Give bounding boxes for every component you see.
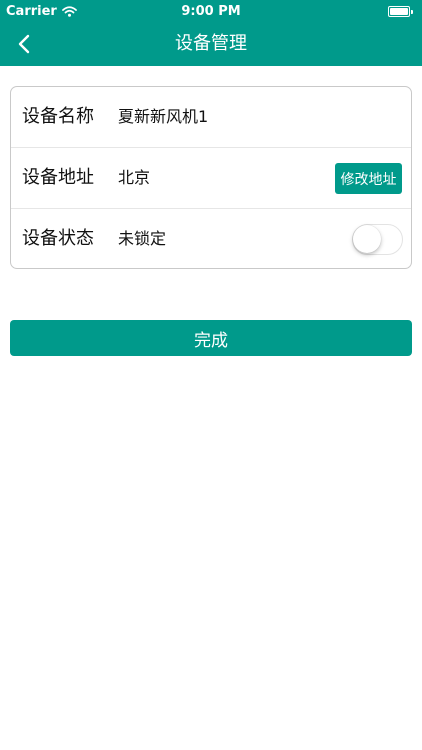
lock-toggle[interactable]	[352, 224, 403, 255]
toggle-knob	[353, 225, 381, 253]
device-status-value: 未锁定	[118, 229, 167, 248]
status-bar: Carrier 9:00 PM	[0, 0, 422, 24]
device-info-card: 设备名称 夏新新风机1 设备地址 北京 修改地址 设备状态 未锁定	[10, 86, 412, 269]
status-time: 9:00 PM	[181, 4, 241, 19]
device-name-label: 设备名称	[22, 106, 94, 127]
done-button[interactable]: 完成	[10, 320, 412, 356]
chevron-left-icon	[18, 34, 30, 54]
navigation-bar: 设备管理	[0, 24, 422, 66]
top-bar: Carrier 9:00 PM 设备管理	[0, 0, 422, 66]
device-address-value: 北京	[118, 168, 151, 187]
device-status-row: 设备状态 未锁定	[11, 209, 411, 270]
device-name-value: 夏新新风机1	[118, 107, 209, 126]
page-title: 设备管理	[175, 33, 247, 54]
device-address-row: 设备地址 北京 修改地址	[11, 148, 411, 209]
device-status-label: 设备状态	[22, 228, 94, 249]
device-name-row: 设备名称 夏新新风机1	[11, 87, 411, 148]
device-address-label: 设备地址	[22, 167, 94, 188]
back-button[interactable]	[6, 26, 42, 62]
edit-address-button[interactable]: 修改地址	[335, 163, 402, 194]
battery-icon	[388, 6, 413, 17]
